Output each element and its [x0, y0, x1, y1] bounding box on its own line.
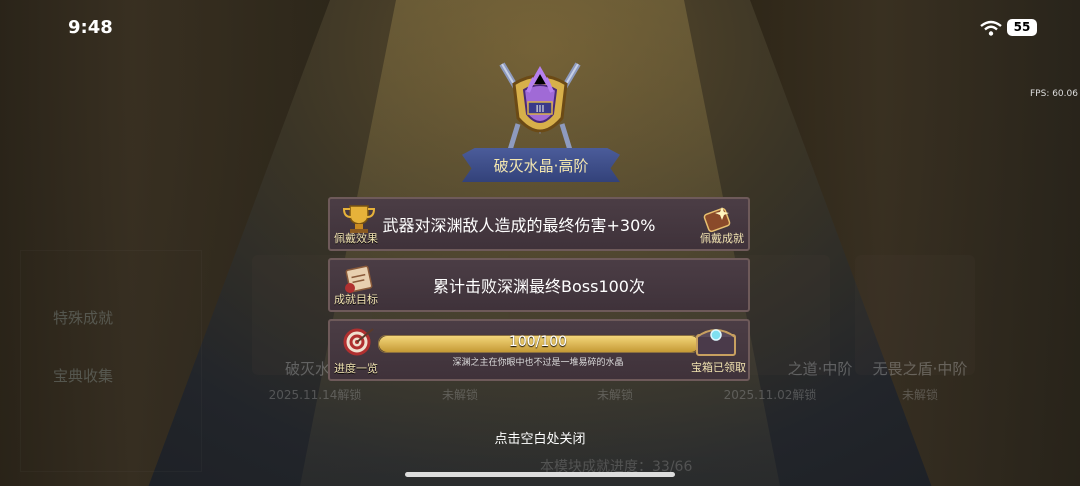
background-card-sub: 未解锁 [596, 388, 633, 402]
achievement-title-ribbon: 破灭水晶·高阶 [462, 148, 620, 182]
goal-text: 累计击败深渊最终Boss100次 [433, 277, 645, 296]
battery-icon: 55 [1007, 19, 1037, 36]
background-card-sub: 2025.11.14解锁 [268, 388, 362, 402]
achievement-title: 破灭水晶·高阶 [493, 156, 589, 175]
background-card-sub: 2025.11.02解锁 [723, 388, 817, 402]
chest-status: 宝箱已领取 [691, 361, 746, 374]
background-card [855, 255, 975, 375]
status-time: 9:48 [68, 17, 113, 38]
target-icon [343, 328, 374, 356]
goal-panel: 成就目标 累计击败深渊最终Boss100次 [328, 258, 750, 312]
effect-panel: 佩戴效果 武器对深渊敌人造成的最终伤害+30% 佩戴成就 [328, 197, 750, 251]
progress-tag: 进度一览 [334, 362, 378, 375]
close-hint[interactable]: 点击空白处关闭 [0, 428, 1080, 447]
sidebar-item-special: 特殊成就 [53, 309, 114, 327]
wear-achievement-tag[interactable]: 佩戴成就 [700, 230, 744, 246]
progress-count: 100/100 [508, 334, 568, 350]
home-indicator[interactable] [405, 472, 675, 477]
progress-panel: 进度一览 100/100 深渊之主在你眼中也不过是一堆易碎的水晶 宝箱已领取 [328, 319, 750, 381]
background-card-sub: 未解锁 [441, 388, 478, 402]
background-card-sub: 未解锁 [901, 388, 938, 402]
treasure-chest-icon[interactable] [694, 323, 738, 357]
svg-text:III: III [536, 104, 545, 115]
effect-text: 武器对深渊敌人造成的最终伤害+30% [382, 216, 656, 235]
progress-flavor-text: 深渊之主在你眼中也不过是一堆易碎的水晶 [452, 358, 624, 368]
sidebar-item-collection: 宝典收集 [53, 367, 114, 385]
fps-counter: FPS: 60.06 [1030, 89, 1078, 99]
background-card-title: 无畏之盾·中阶 [872, 360, 968, 378]
wifi-icon [980, 20, 1002, 36]
achievement-emblem-icon: III [499, 62, 581, 151]
